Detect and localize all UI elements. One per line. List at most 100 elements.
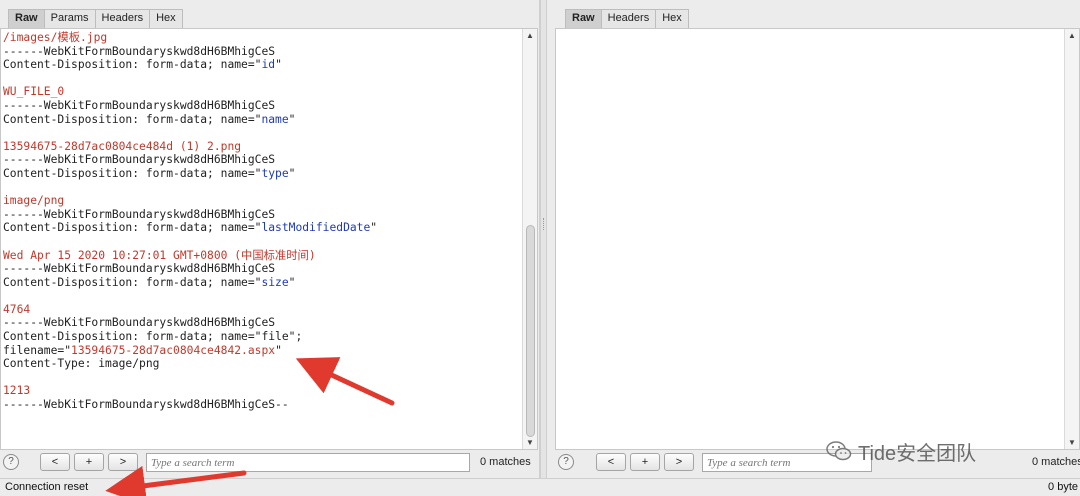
request-body-text[interactable]: /images/模板.jpg ------WebKitFormBoundarysk… [3, 31, 523, 412]
body-line: Content-Disposition: form-data; name="la… [3, 221, 523, 235]
body-line [3, 289, 523, 303]
help-icon[interactable]: ? [3, 454, 19, 470]
body-line: ------WebKitFormBoundaryskwd8dH6BMhigCeS [3, 153, 523, 167]
search-matches-count: 0 matches [1032, 456, 1080, 468]
body-text-segment: 13594675-28d7ac0804ce4842.aspx [71, 343, 276, 357]
body-text-segment: image/png [3, 194, 65, 208]
search-add-button[interactable]: + [630, 453, 660, 471]
body-text-segment: Content-Disposition: form-data; name=" [3, 58, 262, 72]
body-line: /images/模板.jpg [3, 31, 523, 45]
body-line: Content-Disposition: form-data; name="fi… [3, 330, 523, 344]
search-input[interactable] [146, 453, 470, 472]
request-tab-hex[interactable]: Hex [149, 9, 183, 28]
request-search-bar: ? < + > 0 matches [0, 452, 539, 474]
response-tabs: Raw Headers Hex [565, 9, 689, 28]
body-text-segment: " [288, 166, 296, 180]
request-tab-headers[interactable]: Headers [94, 9, 151, 28]
wechat-icon [826, 441, 852, 461]
body-line: Content-Type: image/png [3, 357, 523, 371]
scroll-up-icon[interactable]: ▲ [526, 31, 534, 40]
body-line [3, 126, 523, 140]
body-line: 1213 [3, 384, 523, 398]
watermark-text: Tide安全团队 [858, 442, 977, 465]
body-line: Content-Disposition: form-data; name="ty… [3, 167, 523, 181]
body-text-segment: " [275, 343, 282, 357]
body-line: Wed Apr 15 2020 10:27:01 GMT+0800 (中国标准时… [3, 249, 523, 263]
body-text-segment: name [261, 112, 289, 126]
burp-window: Raw Params Headers Hex /images/模板.jpg ---… [0, 0, 1080, 496]
body-text-segment: ------WebKitFormBoundaryskwd8dH6BMhigCeS… [3, 398, 289, 412]
search-next-button[interactable]: > [108, 453, 138, 471]
response-tab-raw[interactable]: Raw [565, 9, 602, 28]
body-text-segment: 1213 [3, 384, 31, 398]
status-bar: Connection reset 0 byte [0, 478, 1080, 496]
body-text-segment: WU_FILE_0 [3, 85, 65, 99]
response-tab-hex[interactable]: Hex [655, 9, 689, 28]
scroll-up-icon[interactable]: ▲ [1068, 31, 1076, 40]
help-icon[interactable]: ? [558, 454, 574, 470]
body-text-segment: ------WebKitFormBoundaryskwd8dH6BMhigCeS [3, 316, 276, 330]
splitter-grip-icon[interactable] [543, 218, 545, 230]
response-search-bar: ? < + > 0 matches [547, 452, 1080, 474]
body-line: ------WebKitFormBoundaryskwd8dH6BMhigCeS [3, 316, 523, 330]
body-line [3, 371, 523, 385]
search-add-button[interactable]: + [74, 453, 104, 471]
scroll-thumb[interactable] [526, 225, 535, 437]
body-line: ------WebKitFormBoundaryskwd8dH6BMhigCeS [3, 262, 523, 276]
search-matches-count: 0 matches [480, 456, 531, 468]
body-text-segment: ------WebKitFormBoundaryskwd8dH6BMhigCeS [3, 153, 276, 167]
request-tab-raw[interactable]: Raw [8, 9, 45, 28]
status-bytes-text: 0 byte [1048, 481, 1078, 493]
body-line: Content-Disposition: form-data; name="na… [3, 113, 523, 127]
body-text-segment: " [370, 221, 378, 235]
request-vertical-scrollbar[interactable]: ▲ ▼ [522, 29, 537, 449]
watermark: Tide安全团队 [826, 436, 976, 466]
scroll-down-icon[interactable]: ▼ [526, 438, 534, 447]
body-text-segment: type [261, 166, 289, 180]
body-line: ------WebKitFormBoundaryskwd8dH6BMhigCeS [3, 99, 523, 113]
body-text-segment: ------WebKitFormBoundaryskwd8dH6BMhigCeS [3, 207, 276, 221]
body-text-segment: " [288, 275, 296, 289]
body-line: 4764 [3, 303, 523, 317]
pane-splitter[interactable] [540, 0, 547, 478]
search-prev-button[interactable]: < [596, 453, 626, 471]
body-line: ------WebKitFormBoundaryskwd8dH6BMhigCeS… [3, 398, 523, 412]
body-text-segment: Content-Disposition: form-data; name=" [3, 112, 262, 126]
body-text-segment: 13594675-28d7ac0804ce484d (1) 2.png [3, 139, 242, 153]
body-text-segment: Content-Disposition: form-data; name=" [3, 221, 262, 235]
body-line [3, 72, 523, 86]
body-text-segment: filename=" [3, 343, 72, 357]
response-body-editor[interactable]: ▲ ▼ [555, 28, 1080, 450]
request-tab-params[interactable]: Params [43, 9, 96, 28]
body-text-segment: Content-Type: image/png [3, 357, 160, 371]
body-text-segment: ------WebKitFormBoundaryskwd8dH6BMhigCeS [3, 98, 276, 112]
body-line: ------WebKitFormBoundaryskwd8dH6BMhigCeS [3, 208, 523, 222]
response-vertical-scrollbar[interactable]: ▲ ▼ [1064, 29, 1079, 449]
body-line: Content-Disposition: form-data; name="si… [3, 276, 523, 290]
body-line: Content-Disposition: form-data; name="id… [3, 58, 523, 72]
body-text-segment: size [261, 275, 289, 289]
search-prev-button[interactable]: < [40, 453, 70, 471]
body-line: WU_FILE_0 [3, 85, 523, 99]
body-text-segment: lastModifiedDate [261, 221, 371, 235]
body-line: filename="13594675-28d7ac0804ce4842.aspx… [3, 344, 523, 358]
body-text-segment: ------WebKitFormBoundaryskwd8dH6BMhigCeS [3, 44, 276, 58]
response-pane: Raw Headers Hex ▲ ▼ ? < + > 0 matches [547, 0, 1080, 478]
status-connection-text: Connection reset [5, 481, 89, 493]
body-text-segment: Wed Apr 15 2020 10:27:01 GMT+0800 (中国标准时… [3, 248, 316, 262]
request-tabs: Raw Params Headers Hex [8, 9, 183, 28]
body-text-segment: ------WebKitFormBoundaryskwd8dH6BMhigCeS [3, 262, 276, 276]
request-body-editor[interactable]: /images/模板.jpg ------WebKitFormBoundarysk… [0, 28, 538, 450]
body-text-segment: Content-Disposition: form-data; name=" [3, 275, 262, 289]
body-line [3, 235, 523, 249]
body-text-segment: id [261, 58, 276, 72]
body-text-segment: Content-Disposition: form-data; name="fi… [3, 330, 303, 344]
body-line [3, 181, 523, 195]
search-next-button[interactable]: > [664, 453, 694, 471]
body-text-segment: Content-Disposition: form-data; name=" [3, 166, 262, 180]
body-line: ------WebKitFormBoundaryskwd8dH6BMhigCeS [3, 45, 523, 59]
body-text-segment: /images/模板.jpg [3, 31, 108, 44]
scroll-down-icon[interactable]: ▼ [1068, 438, 1076, 447]
body-text-segment: " [275, 58, 282, 72]
response-tab-headers[interactable]: Headers [600, 9, 657, 28]
